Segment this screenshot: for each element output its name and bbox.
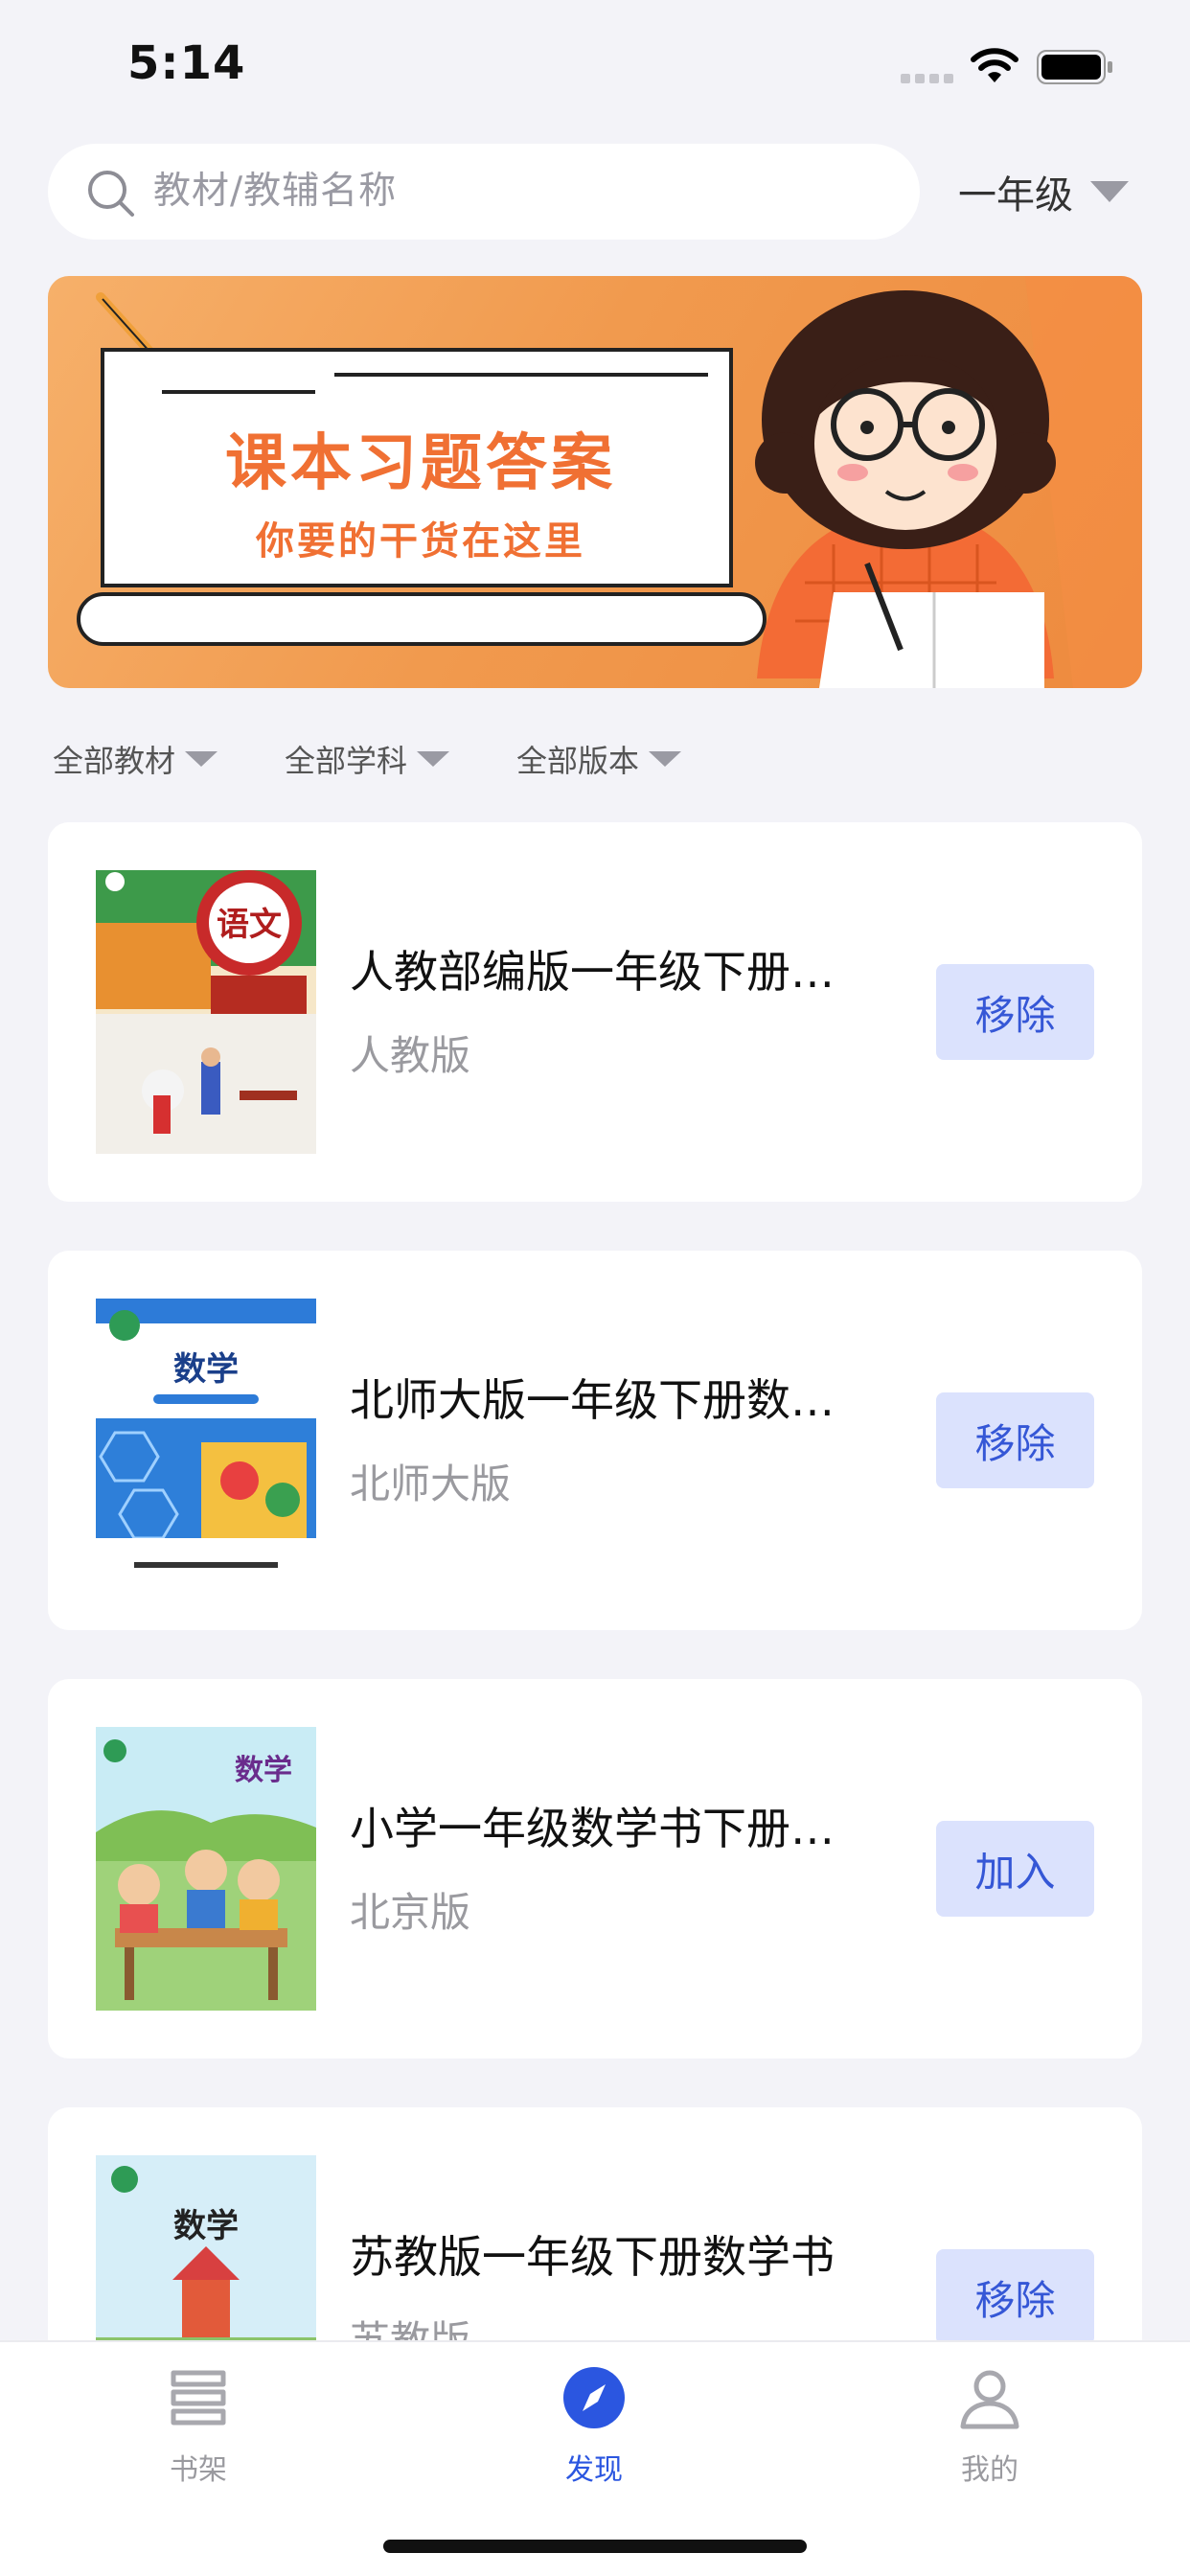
filter-label: 全部版本 bbox=[516, 743, 640, 779]
book-cover-image: 数学 bbox=[96, 1727, 316, 2011]
filter-bar: 全部教材 全部学科 全部版本 bbox=[53, 738, 748, 780]
caret-down-icon bbox=[1090, 181, 1129, 202]
grade-dropdown[interactable]: 一年级 bbox=[958, 153, 1129, 230]
search-icon bbox=[88, 171, 134, 217]
tab-label: 我的 bbox=[961, 2453, 1018, 2487]
girl-illustration bbox=[755, 276, 1142, 688]
book-edition: 北师大版 bbox=[350, 1460, 512, 1507]
discover-screen: 5:14 教材/教辅名称 一年级 课本习题答案 你要的干货在这里 全部教材 全部… bbox=[0, 0, 1190, 2576]
remove-button[interactable]: 移除 bbox=[936, 964, 1094, 1060]
book-edition: 人教版 bbox=[350, 1032, 471, 1079]
filter-textbook[interactable]: 全部教材 bbox=[53, 738, 218, 780]
book-title: 苏教版一年级下册数学书 bbox=[350, 2231, 835, 2283]
battery-icon bbox=[1037, 50, 1112, 84]
add-button[interactable]: 加入 bbox=[936, 1821, 1094, 1917]
caret-down-icon bbox=[417, 751, 450, 767]
user-icon bbox=[960, 2370, 1019, 2429]
book-card[interactable]: 数学 北师大版一年级下册数… 北师大版 移除 bbox=[48, 1251, 1142, 1630]
compass-icon bbox=[563, 2367, 625, 2428]
cover-title: 数学 bbox=[173, 2207, 239, 2245]
status-bar: 5:14 bbox=[0, 0, 1190, 134]
book-cover-image: 语文 bbox=[96, 870, 316, 1154]
cellular-signal-icon bbox=[901, 74, 954, 83]
book-edition: 北京版 bbox=[350, 1889, 471, 1936]
cover-title: 数学 bbox=[235, 1754, 292, 1787]
banner-subtitle: 你要的干货在这里 bbox=[256, 519, 585, 564]
cover-title: 语文 bbox=[217, 906, 282, 944]
search-input[interactable]: 教材/教辅名称 bbox=[48, 144, 920, 240]
tab-label: 书架 bbox=[170, 2453, 227, 2487]
grade-label: 一年级 bbox=[958, 173, 1073, 218]
book-title: 小学一年级数学书下册… bbox=[350, 1803, 835, 1854]
cover-title: 数学 bbox=[173, 1350, 239, 1389]
book-cover-image: 数学 bbox=[96, 1299, 316, 1582]
tab-discover[interactable]: 发现 bbox=[498, 2363, 690, 2507]
remove-button[interactable]: 移除 bbox=[936, 2249, 1094, 2345]
filter-subject[interactable]: 全部学科 bbox=[285, 738, 450, 780]
wifi-icon bbox=[971, 48, 1018, 82]
filter-label: 全部学科 bbox=[285, 743, 408, 779]
filter-version[interactable]: 全部版本 bbox=[516, 738, 682, 780]
book-card[interactable]: 语文 人教部编版一年级下册… 人教版 移除 bbox=[48, 822, 1142, 1202]
tab-profile[interactable]: 我的 bbox=[894, 2363, 1086, 2507]
promo-banner[interactable]: 课本习题答案 你要的干货在这里 bbox=[48, 276, 1142, 688]
banner-title: 课本习题答案 bbox=[225, 428, 616, 499]
caret-down-icon bbox=[649, 751, 682, 767]
tab-label: 发现 bbox=[565, 2453, 623, 2487]
book-title: 人教部编版一年级下册… bbox=[350, 946, 835, 998]
banner-board: 课本习题答案 你要的干货在这里 bbox=[101, 348, 733, 587]
filter-label: 全部教材 bbox=[53, 743, 176, 779]
bookshelf-icon bbox=[171, 2370, 226, 2426]
book-card[interactable]: 数学 小学一年级数学书下册… 北京版 加入 bbox=[48, 1679, 1142, 2058]
book-title: 北师大版一年级下册数… bbox=[350, 1374, 835, 1426]
tab-bookshelf[interactable]: 书架 bbox=[103, 2363, 294, 2507]
caret-down-icon bbox=[185, 751, 218, 767]
home-indicator[interactable] bbox=[383, 2540, 807, 2553]
remove-button[interactable]: 移除 bbox=[936, 1392, 1094, 1488]
status-time: 5:14 bbox=[127, 36, 246, 90]
search-placeholder: 教材/教辅名称 bbox=[153, 170, 398, 213]
